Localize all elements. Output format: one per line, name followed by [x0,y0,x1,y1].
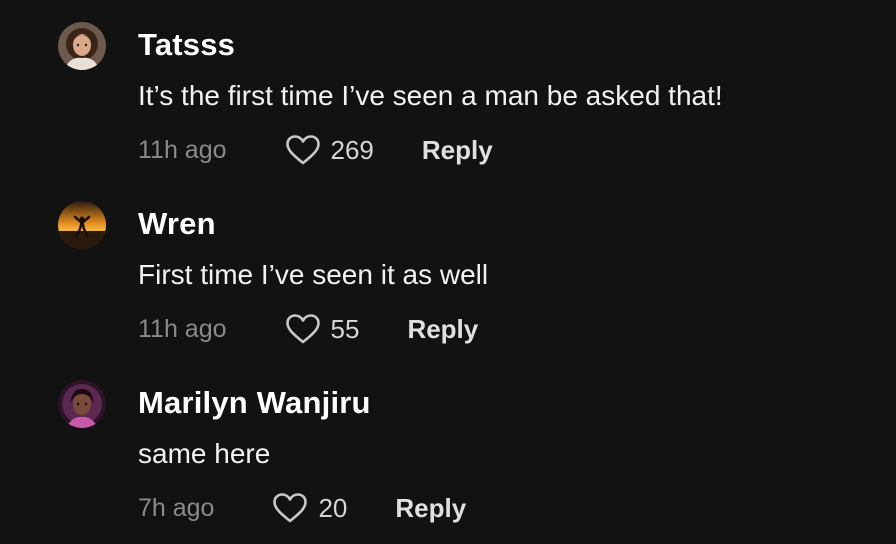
profile-photo-icon [58,22,106,70]
comment-username[interactable]: Wren [138,206,216,242]
like-count: 20 [318,493,348,523]
like-button[interactable]: 269 [285,133,374,167]
like-button[interactable]: 55 [285,312,360,346]
avatar[interactable] [58,380,106,428]
reply-button[interactable]: Reply [422,133,493,167]
heart-icon [285,314,320,344]
reply-button[interactable]: Reply [395,491,466,525]
comment-text: same here [138,438,271,469]
comment-username[interactable]: Marilyn Wanjiru [138,385,371,421]
comment-meta: 11h ago 55 Reply [138,312,478,346]
avatar[interactable] [58,201,106,249]
profile-photo-icon [58,380,106,428]
avatar[interactable] [58,22,106,70]
comment-meta: 11h ago 269 Reply [138,133,493,167]
heart-icon [285,135,320,165]
like-count: 269 [330,135,374,165]
comment-item: Marilyn Wanjiru same here 7h ago 20 Repl… [0,358,896,537]
comment-text: It’s the first time I’ve seen a man be a… [138,80,723,111]
comment-time: 11h ago [138,315,227,343]
like-count: 55 [330,314,360,344]
comment-meta: 7h ago 20 Reply [138,491,466,525]
like-button[interactable]: 20 [272,491,347,525]
comment-text: First time I’ve seen it as well [138,259,489,290]
comment-time: 11h ago [138,136,227,164]
reply-button[interactable]: Reply [407,312,478,346]
comment-item: Tatsss It’s the first time I’ve seen a m… [0,0,896,179]
comment-username[interactable]: Tatsss [138,27,235,63]
comment-item: Wren First time I’ve seen it as well 11h… [0,179,896,358]
heart-icon [273,493,308,523]
profile-photo-icon [58,201,106,249]
comment-time: 7h ago [138,494,215,522]
